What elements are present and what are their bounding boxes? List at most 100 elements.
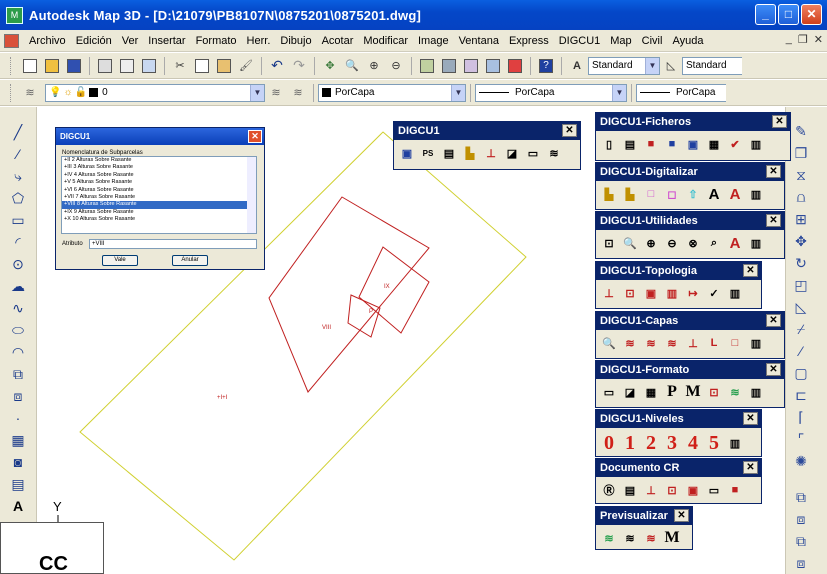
grid-icon[interactable]: ▥ bbox=[726, 284, 744, 302]
list-item[interactable]: +V 5 Alturas Sobre Rasante bbox=[62, 179, 256, 186]
redo-icon[interactable]: ↷ bbox=[289, 56, 309, 76]
format-sheet-icon[interactable]: ◪ bbox=[621, 383, 639, 401]
make-current-layer-icon[interactable]: ≋ bbox=[266, 83, 286, 103]
capas-layer1-icon[interactable]: ≋ bbox=[621, 334, 639, 352]
grid-icon[interactable]: ▥ bbox=[747, 135, 765, 153]
previsualizar-close-button[interactable]: ✕ bbox=[674, 509, 689, 522]
pan-icon[interactable]: ✥ bbox=[320, 56, 340, 76]
rotate-icon[interactable]: ↻ bbox=[791, 253, 811, 273]
paste-icon[interactable] bbox=[214, 56, 234, 76]
save-icon[interactable] bbox=[64, 56, 84, 76]
menu-ver[interactable]: Ver bbox=[117, 35, 144, 47]
preview-layers2-icon[interactable]: ≋ bbox=[621, 529, 639, 547]
extend-icon[interactable]: ⁄ bbox=[791, 341, 811, 361]
capas-layer2-icon[interactable]: ≋ bbox=[642, 334, 660, 352]
cut-icon[interactable]: ✂ bbox=[170, 56, 190, 76]
array-icon[interactable]: ⊞ bbox=[791, 209, 811, 229]
format-m-icon[interactable]: M bbox=[684, 383, 702, 401]
menu-archivo[interactable]: Archivo bbox=[24, 35, 71, 47]
digitize-rect-icon[interactable]: □ bbox=[642, 185, 660, 203]
make-block-icon[interactable]: ⧈ bbox=[9, 387, 27, 405]
list-item[interactable]: +IV 4 Alturas Sobre Rasante bbox=[62, 172, 256, 179]
list-item[interactable]: +VII 7 Alturas Sobre Rasante bbox=[62, 194, 256, 201]
doc-node-icon[interactable]: ⊥ bbox=[642, 481, 660, 499]
digcu1-toolbar-close-button[interactable]: ✕ bbox=[562, 124, 577, 137]
list-item[interactable]: +IX 9 Alturas Sobre Rasante bbox=[62, 209, 256, 216]
topo-box-icon[interactable]: ⊡ bbox=[621, 284, 639, 302]
menu-map[interactable]: Map bbox=[605, 35, 636, 47]
markup-icon[interactable] bbox=[505, 56, 525, 76]
capas-box-icon[interactable]: □ bbox=[726, 334, 744, 352]
grid-icon[interactable]: ▥ bbox=[747, 185, 765, 203]
new-file-icon[interactable] bbox=[20, 56, 40, 76]
ficheros-close-button[interactable]: ✕ bbox=[772, 115, 787, 128]
format-frame-icon[interactable]: ▭ bbox=[600, 383, 618, 401]
open-file-icon[interactable] bbox=[42, 56, 62, 76]
arrow-up-icon[interactable]: ⇧ bbox=[684, 185, 702, 203]
ps-icon[interactable]: PS bbox=[419, 144, 437, 162]
menu-insertar[interactable]: Insertar bbox=[143, 35, 190, 47]
chamfer-icon[interactable]: ⌈ bbox=[791, 407, 811, 427]
topology-icon[interactable]: ⊥ bbox=[482, 144, 500, 162]
layers-icon[interactable]: ≋ bbox=[545, 144, 563, 162]
publish-icon[interactable] bbox=[139, 56, 159, 76]
topo-node-icon[interactable]: ⊥ bbox=[600, 284, 618, 302]
documento-cr-close-button[interactable]: ✕ bbox=[743, 461, 758, 474]
document-icon[interactable]: ▤ bbox=[440, 144, 458, 162]
save-red-icon[interactable]: ■ bbox=[642, 135, 660, 153]
check-icon[interactable]: ✔ bbox=[726, 135, 744, 153]
digitize-polyline-icon[interactable]: ▙ bbox=[621, 185, 639, 203]
menu-edicion[interactable]: Edición bbox=[71, 35, 117, 47]
menu-dibujo[interactable]: Dibujo bbox=[275, 35, 316, 47]
digitize-poly-icon[interactable]: ◻ bbox=[663, 185, 681, 203]
point-icon[interactable]: · bbox=[9, 409, 27, 427]
attribute-input[interactable]: +VIII bbox=[89, 239, 257, 249]
grid-icon[interactable]: ▥ bbox=[726, 435, 744, 453]
zoom-out-icon[interactable]: ⊖ bbox=[663, 234, 681, 252]
multiline-text-icon[interactable]: A bbox=[9, 497, 27, 515]
lineweight-select[interactable]: PorCapa bbox=[636, 83, 726, 102]
doc-r-icon[interactable]: Ⓡ bbox=[600, 481, 618, 499]
subparcel-list[interactable]: +II 2 Alturas Sobre Rasante +III 3 Altur… bbox=[61, 156, 257, 234]
topo-u-icon[interactable]: ▥ bbox=[663, 284, 681, 302]
doc-page-icon[interactable]: ▤ bbox=[621, 481, 639, 499]
draw-order-icon[interactable]: ⧉ bbox=[791, 487, 811, 507]
menu-image[interactable]: Image bbox=[413, 35, 454, 47]
export-icon[interactable]: ▦ bbox=[705, 135, 723, 153]
hatch-icon[interactable]: ▦ bbox=[9, 431, 27, 449]
help-icon[interactable]: ? bbox=[536, 56, 556, 76]
move-icon[interactable]: ✥ bbox=[791, 231, 811, 251]
stretch-icon[interactable]: ◺ bbox=[791, 297, 811, 317]
design-center-icon[interactable] bbox=[439, 56, 459, 76]
edit-text-icon[interactable]: A bbox=[726, 234, 744, 252]
doc-minimize-button[interactable]: _ bbox=[786, 33, 792, 46]
topo-area-icon[interactable]: ▣ bbox=[642, 284, 660, 302]
preview-layers-icon[interactable]: ≋ bbox=[600, 529, 618, 547]
above-object-icon[interactable]: ⧈ bbox=[791, 553, 811, 573]
layer-select[interactable]: 💡 ☼ 🔓 0 ▼ bbox=[45, 83, 265, 102]
join-icon[interactable]: ⊏ bbox=[791, 385, 811, 405]
close-button[interactable]: ✕ bbox=[801, 4, 822, 25]
menu-ayuda[interactable]: Ayuda bbox=[667, 35, 708, 47]
bring-front-icon[interactable]: ⧈ bbox=[791, 509, 811, 529]
line-icon[interactable]: ╱ bbox=[9, 123, 27, 141]
format-p-icon[interactable]: P bbox=[663, 383, 681, 401]
table-icon[interactable]: ▤ bbox=[9, 475, 27, 493]
match-properties-icon[interactable]: 🖌 bbox=[236, 56, 256, 76]
copy-object-icon[interactable]: ❐ bbox=[791, 143, 811, 163]
preview-m-icon[interactable]: M bbox=[663, 529, 681, 547]
capas-search-icon[interactable]: 🔍 bbox=[600, 334, 618, 352]
mirror-icon[interactable]: ⧖ bbox=[791, 165, 811, 185]
region-icon[interactable]: ◙ bbox=[9, 453, 27, 471]
format-icon[interactable]: ▭ bbox=[524, 144, 542, 162]
layer-manager-icon[interactable]: ≋ bbox=[20, 83, 40, 103]
format-frame-red-icon[interactable]: ⊡ bbox=[705, 383, 723, 401]
zoom-icon[interactable]: 🔍 bbox=[621, 234, 639, 252]
color-select[interactable]: PorCapa ▼ bbox=[318, 83, 466, 102]
save-blue-icon[interactable]: ■ bbox=[663, 135, 681, 153]
menu-modificar[interactable]: Modificar bbox=[358, 35, 413, 47]
ellipse-icon[interactable]: ⬭ bbox=[9, 321, 27, 339]
properties-icon[interactable] bbox=[417, 56, 437, 76]
level-5-button[interactable]: 5 bbox=[705, 432, 723, 455]
trim-icon[interactable]: ⌿ bbox=[791, 319, 811, 339]
